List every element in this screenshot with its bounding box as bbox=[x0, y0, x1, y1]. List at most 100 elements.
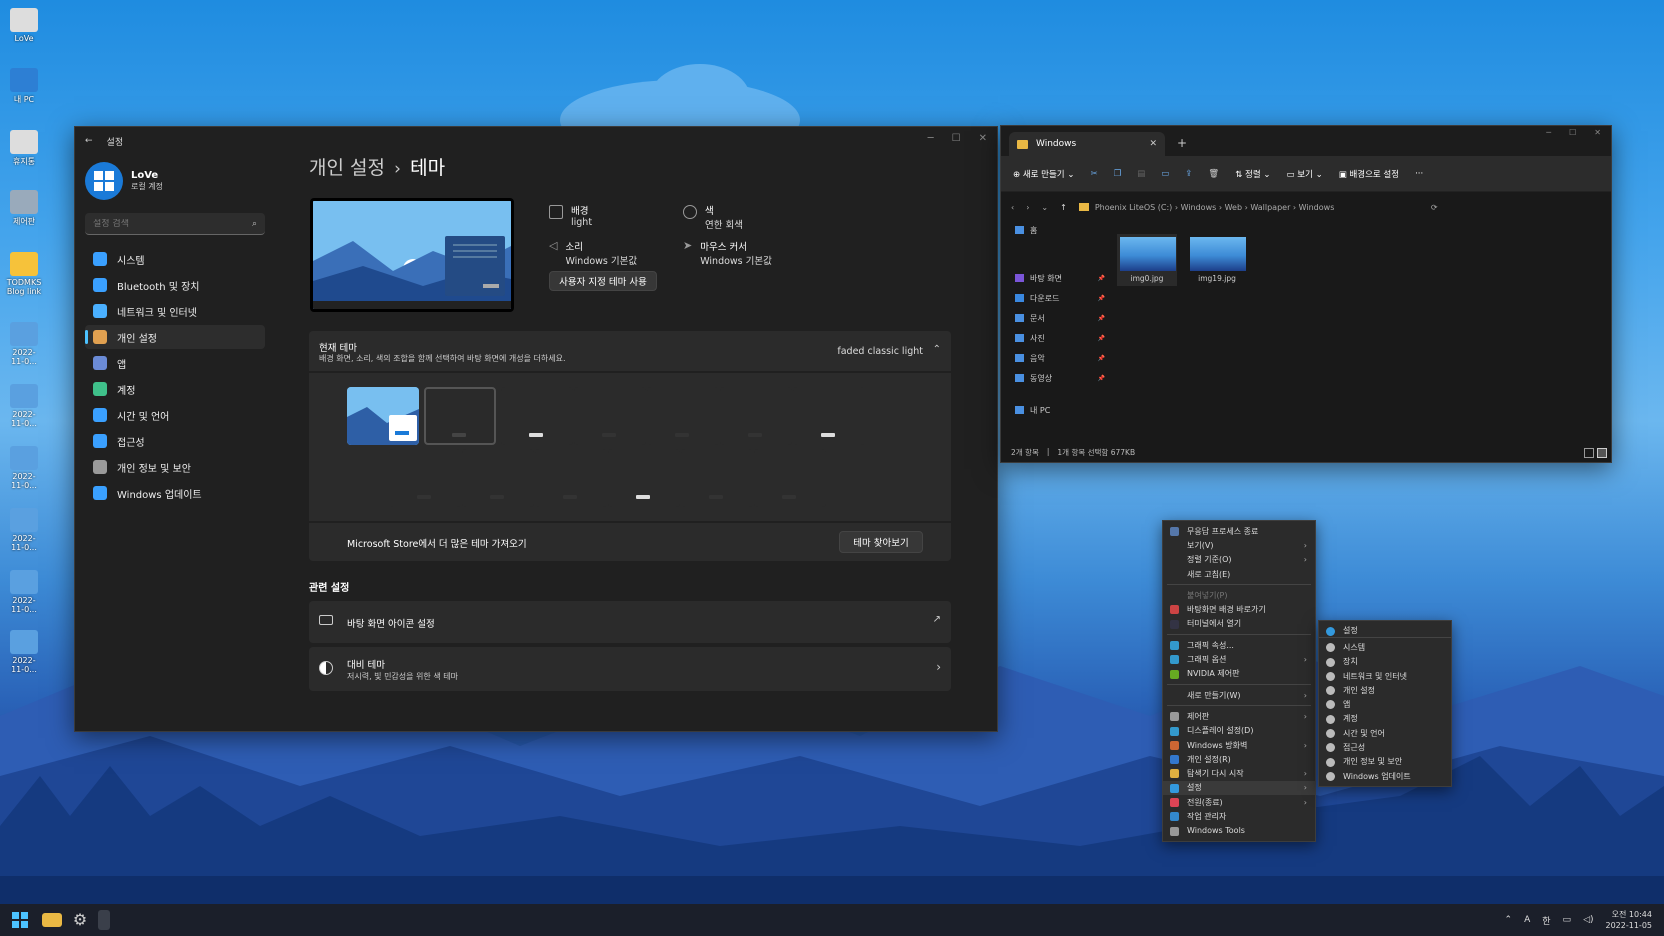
theme-option[interactable] bbox=[574, 387, 646, 445]
theme-option-selected[interactable] bbox=[347, 387, 419, 445]
path-segment[interactable]: Web bbox=[1225, 203, 1242, 212]
close-button[interactable]: ✕ bbox=[1594, 128, 1601, 137]
explorer-sidebar-item[interactable]: 다운로드 📌 bbox=[1015, 290, 1105, 306]
path-segment[interactable]: Wallpaper bbox=[1250, 203, 1290, 212]
breadcrumb-parent[interactable]: 개인 설정 bbox=[309, 157, 385, 179]
desktop-icon[interactable]: 내 PC bbox=[6, 68, 42, 105]
desktop-icon-settings-row[interactable]: 바탕 화면 아이콘 설정 ↗ bbox=[309, 601, 951, 643]
context-menu-item[interactable]: 개인 설정(R) bbox=[1163, 752, 1315, 766]
search-box[interactable]: ⌕ bbox=[85, 213, 265, 235]
refresh-icon[interactable]: ⟳ bbox=[1431, 203, 1438, 212]
chevron-up-icon[interactable]: ⌃ bbox=[1505, 915, 1513, 925]
rename-icon[interactable]: ▭ bbox=[1161, 169, 1169, 179]
context-menu-item[interactable]: Windows Tools bbox=[1163, 824, 1315, 838]
sound-prop[interactable]: ◁ 소리 Windows 기본값 bbox=[549, 239, 637, 267]
context-menu-item[interactable]: 그래픽 옵션 › bbox=[1163, 652, 1315, 666]
up-arrow-icon[interactable]: ↑ bbox=[1060, 203, 1067, 212]
share-icon[interactable]: ⇪ bbox=[1185, 169, 1192, 179]
submenu-item[interactable]: 시간 및 언어 bbox=[1319, 726, 1451, 740]
theme-option[interactable] bbox=[535, 449, 607, 507]
sort-button[interactable]: ⇅ 정렬 ⌄ bbox=[1235, 168, 1270, 180]
nav-item[interactable]: 계정 bbox=[85, 377, 265, 401]
nav-item[interactable]: 시스템 bbox=[85, 247, 265, 271]
address-bar[interactable]: Phoenix LiteOS (C:) › Windows › Web › Wa… bbox=[1078, 203, 1419, 212]
context-menu-item[interactable]: 그래픽 속성... bbox=[1163, 638, 1315, 652]
desktop-icon[interactable]: 2022-11-0... bbox=[6, 322, 42, 366]
maximize-button[interactable]: ☐ bbox=[952, 133, 961, 144]
cut-icon[interactable]: ✂ bbox=[1090, 169, 1097, 179]
desktop-icon[interactable]: 휴지통 bbox=[6, 130, 42, 167]
desktop-icon[interactable]: 제어판 bbox=[6, 190, 42, 227]
file-item[interactable]: img0.jpg bbox=[1117, 234, 1177, 286]
new-tab-button[interactable]: + bbox=[1177, 136, 1187, 150]
context-menu-item[interactable]: Windows 방화벽 › bbox=[1163, 738, 1315, 752]
theme-option[interactable] bbox=[793, 387, 865, 445]
nav-item[interactable]: 네트워크 및 인터넷 bbox=[85, 299, 265, 323]
theme-option[interactable] bbox=[608, 449, 680, 507]
submenu-item[interactable]: 개인 정보 및 보안 bbox=[1319, 755, 1451, 769]
theme-option[interactable] bbox=[720, 387, 792, 445]
cursor-prop[interactable]: ➤ 마우스 커서 Windows 기본값 bbox=[683, 239, 772, 267]
ime-mode[interactable]: A bbox=[1524, 915, 1530, 925]
context-menu-item[interactable]: 정렬 기준(O) › bbox=[1163, 553, 1315, 567]
set-background-button[interactable]: ▣ 배경으로 설정 bbox=[1339, 168, 1399, 180]
desktop-icon[interactable]: 2022-11-0... bbox=[6, 446, 42, 490]
back-arrow-icon[interactable]: ← bbox=[85, 136, 93, 146]
submenu-item[interactable]: 시스템 bbox=[1319, 640, 1451, 654]
dropdown-icon[interactable]: ⌄ bbox=[1041, 203, 1048, 212]
desktop-icon[interactable]: 2022-11-0... bbox=[6, 570, 42, 614]
explorer-tab[interactable]: Windows ✕ bbox=[1009, 132, 1165, 156]
submenu-item[interactable]: Windows 업데이트 bbox=[1319, 769, 1451, 783]
theme-option[interactable] bbox=[681, 449, 753, 507]
theme-option[interactable] bbox=[754, 449, 826, 507]
theme-option[interactable] bbox=[501, 387, 573, 445]
submenu-item[interactable]: 접근성 bbox=[1319, 740, 1451, 754]
nav-item[interactable]: Bluetooth 및 장치 bbox=[85, 273, 265, 297]
custom-theme-button[interactable]: 사용자 지정 테마 사용 bbox=[549, 271, 657, 291]
nav-item[interactable]: 접근성 bbox=[85, 429, 265, 453]
background-prop[interactable]: 배경 light bbox=[549, 203, 592, 228]
chevron-up-icon[interactable]: ⌃ bbox=[933, 344, 941, 355]
details-view-icon[interactable] bbox=[1584, 448, 1594, 458]
context-menu-item[interactable]: 새로 만들기(W) › bbox=[1163, 688, 1315, 702]
context-menu-item[interactable]: 무응답 프로세스 종료 bbox=[1163, 524, 1315, 538]
desktop-icon[interactable]: TODMKS Blog link bbox=[6, 252, 42, 296]
submenu-item[interactable]: 계정 bbox=[1319, 712, 1451, 726]
context-menu-item[interactable]: 디스플레이 설정(D) bbox=[1163, 724, 1315, 738]
clock[interactable]: 오전 10:44 2022-11-05 bbox=[1606, 909, 1653, 931]
submenu-item[interactable]: 앱 bbox=[1319, 697, 1451, 711]
back-icon[interactable]: ‹ bbox=[1011, 203, 1014, 212]
context-menu-item[interactable]: 제어판 › bbox=[1163, 709, 1315, 723]
context-menu-item[interactable]: NVIDIA 제어판 bbox=[1163, 667, 1315, 681]
path-segment[interactable]: Phoenix LiteOS (C:) bbox=[1095, 203, 1172, 212]
submenu-item[interactable]: 개인 설정 bbox=[1319, 683, 1451, 697]
maximize-button[interactable]: ☐ bbox=[1569, 128, 1576, 137]
theme-option[interactable] bbox=[462, 449, 534, 507]
nav-item[interactable]: 시간 및 언어 bbox=[85, 403, 265, 427]
context-menu-item[interactable]: 탐색기 다시 시작 › bbox=[1163, 766, 1315, 780]
desktop-icon[interactable]: 2022-11-0... bbox=[6, 508, 42, 552]
nav-item[interactable]: Windows 업데이트 bbox=[85, 481, 265, 505]
desktop-icon[interactable]: 2022-11-0... bbox=[6, 384, 42, 428]
path-segment[interactable]: Windows bbox=[1299, 203, 1335, 212]
desktop-icon[interactable]: LoVe bbox=[6, 8, 42, 43]
desktop-icon[interactable]: 2022-11-0... bbox=[6, 630, 42, 674]
context-menu-item[interactable]: 작업 관리자 bbox=[1163, 809, 1315, 823]
explorer-sidebar-item[interactable]: 문서 📌 bbox=[1015, 310, 1105, 326]
submenu-item[interactable]: 설정 bbox=[1319, 624, 1451, 639]
file-explorer-icon[interactable] bbox=[42, 913, 62, 927]
start-button[interactable] bbox=[12, 912, 28, 928]
more-icon[interactable]: ··· bbox=[1415, 169, 1423, 179]
file-item[interactable]: img19.jpg bbox=[1187, 234, 1247, 286]
color-prop[interactable]: 색 연한 회색 bbox=[683, 203, 743, 231]
submenu-item[interactable]: 네트워크 및 인터넷 bbox=[1319, 669, 1451, 683]
context-menu-item[interactable]: 바탕화면 배경 바로가기 bbox=[1163, 602, 1315, 616]
forward-icon[interactable]: › bbox=[1026, 203, 1029, 212]
submenu-item[interactable]: 장치 bbox=[1319, 655, 1451, 669]
context-menu-item[interactable]: 설정 › bbox=[1163, 780, 1315, 796]
nav-item[interactable]: 개인 설정 bbox=[85, 325, 265, 349]
tab-close-icon[interactable]: ✕ bbox=[1149, 139, 1157, 149]
view-button[interactable]: ▭ 보기 ⌄ bbox=[1287, 168, 1323, 180]
theme-option[interactable] bbox=[647, 387, 719, 445]
path-segment[interactable]: Windows bbox=[1181, 203, 1217, 212]
